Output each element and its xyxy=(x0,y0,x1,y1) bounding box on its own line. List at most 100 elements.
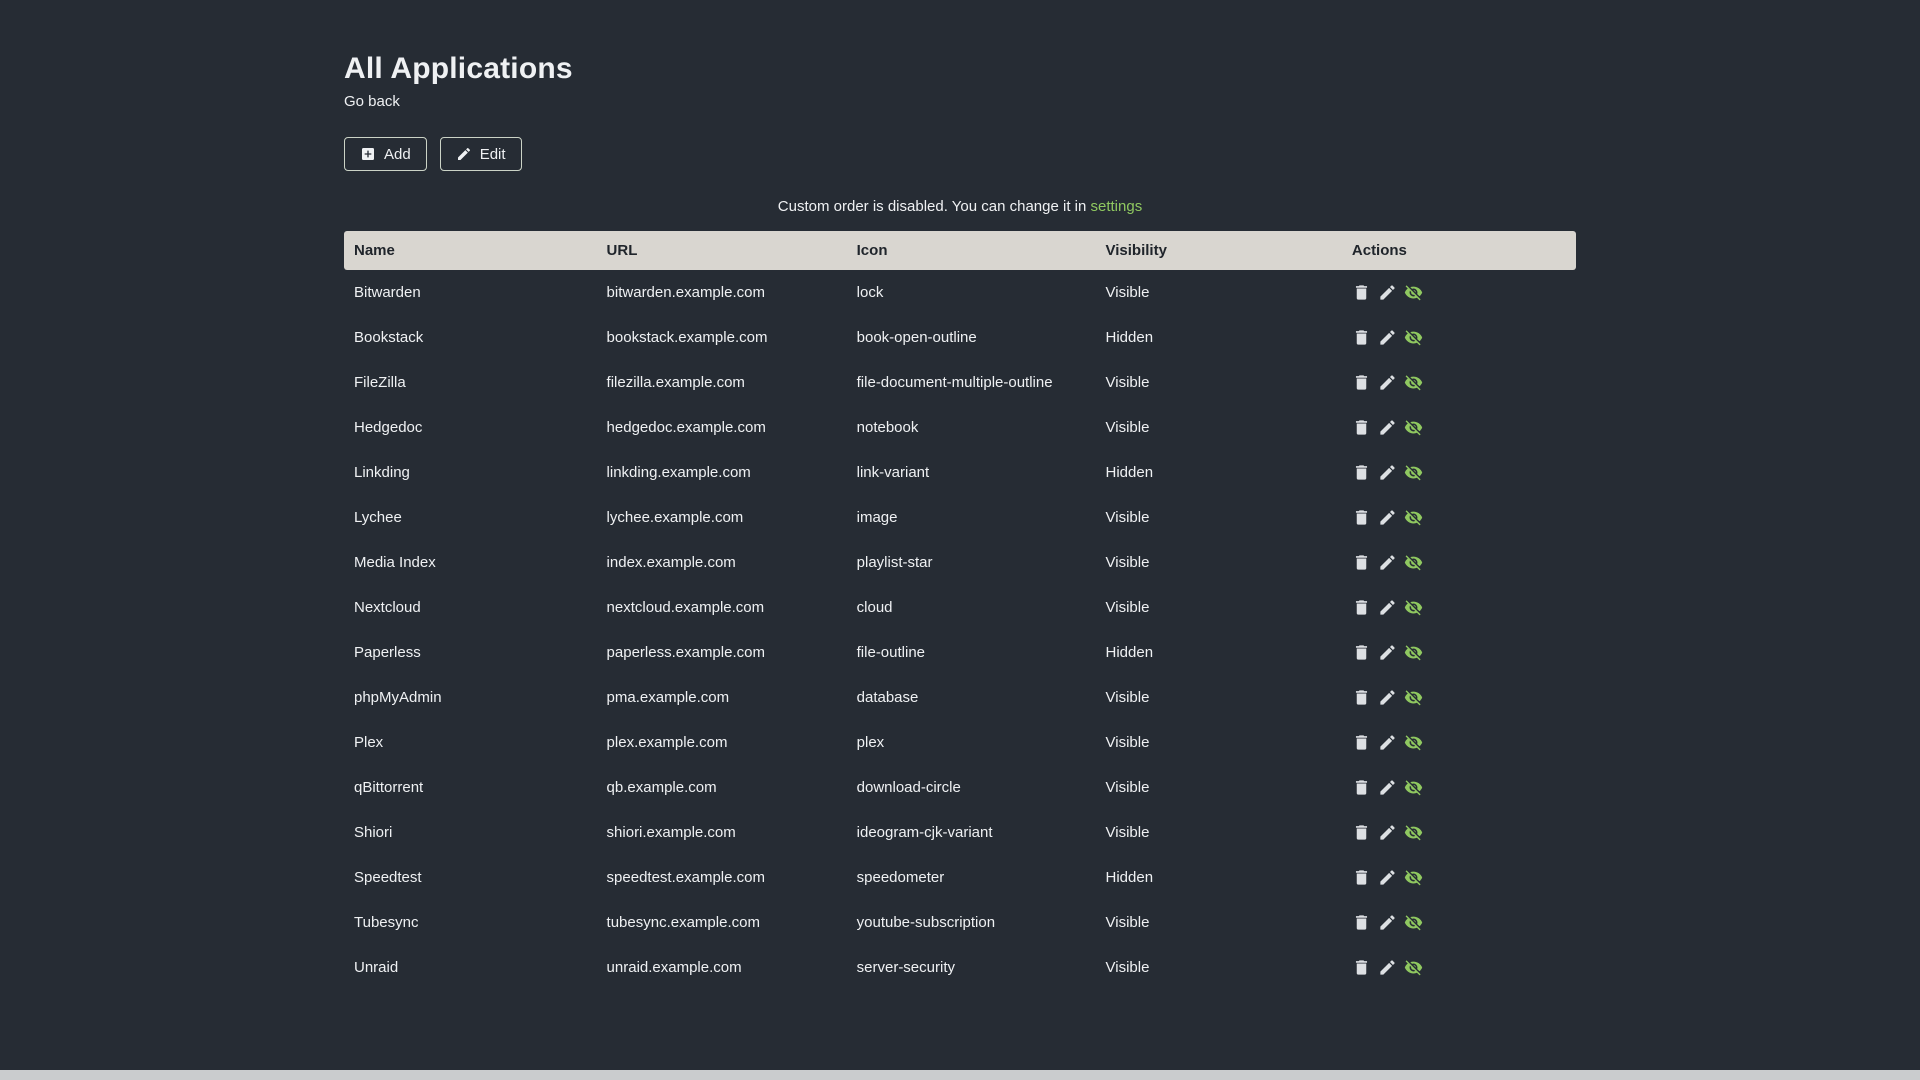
edit-button[interactable]: Edit xyxy=(439,137,522,171)
edit-button-label: Edit xyxy=(479,145,506,163)
edit-icon[interactable] xyxy=(1378,463,1397,482)
app-name: Lychee xyxy=(354,509,402,526)
delete-icon[interactable] xyxy=(1352,463,1371,482)
delete-icon[interactable] xyxy=(1352,418,1371,437)
edit-icon[interactable] xyxy=(1378,688,1397,707)
delete-icon[interactable] xyxy=(1352,868,1371,887)
delete-icon[interactable] xyxy=(1352,913,1371,932)
app-icon-name: plex xyxy=(856,734,885,751)
visibility-toggle-eye-off-icon[interactable] xyxy=(1404,508,1423,527)
visibility-toggle-eye-off-icon[interactable] xyxy=(1404,598,1423,617)
col-header-icon: Icon xyxy=(846,231,1096,270)
app-url: paperless.example.com xyxy=(606,644,765,661)
edit-icon[interactable] xyxy=(1378,283,1397,302)
app-visibility: Hidden xyxy=(1105,329,1154,346)
edit-icon[interactable] xyxy=(1378,418,1397,437)
edit-icon[interactable] xyxy=(1378,913,1397,932)
edit-icon[interactable] xyxy=(1378,868,1397,887)
app-icon-name: notebook xyxy=(856,419,919,436)
delete-icon[interactable] xyxy=(1352,958,1371,977)
applications-page: All Applications Go back Add Edit Custom… xyxy=(344,0,1576,990)
app-icon-name: file-document-multiple-outline xyxy=(856,374,1053,391)
visibility-toggle-eye-off-icon[interactable] xyxy=(1404,643,1423,662)
delete-icon[interactable] xyxy=(1352,688,1371,707)
row-actions xyxy=(1352,418,1566,437)
applications-table: Name URL Icon Visibility Actions Bitward… xyxy=(344,231,1576,990)
app-name: Plex xyxy=(354,734,384,751)
app-visibility: Visible xyxy=(1105,734,1150,751)
app-name: Bitwarden xyxy=(354,284,421,301)
row-actions xyxy=(1352,373,1566,392)
row-actions xyxy=(1352,958,1566,977)
col-header-visibility: Visibility xyxy=(1095,231,1342,270)
row-actions xyxy=(1352,778,1566,797)
visibility-toggle-eye-off-icon[interactable] xyxy=(1404,913,1423,932)
visibility-toggle-eye-off-icon[interactable] xyxy=(1404,328,1423,347)
table-row: FileZilla filezilla.example.com file-doc… xyxy=(344,360,1576,405)
app-url: plex.example.com xyxy=(606,734,728,751)
app-name: Speedtest xyxy=(354,869,422,886)
edit-icon[interactable] xyxy=(1378,508,1397,527)
visibility-toggle-eye-off-icon[interactable] xyxy=(1404,733,1423,752)
delete-icon[interactable] xyxy=(1352,598,1371,617)
edit-icon[interactable] xyxy=(1378,823,1397,842)
row-actions xyxy=(1352,868,1566,887)
app-icon-name: image xyxy=(856,509,898,526)
edit-icon[interactable] xyxy=(1378,778,1397,797)
row-actions xyxy=(1352,463,1566,482)
edit-icon[interactable] xyxy=(1378,328,1397,347)
table-row: Bitwarden bitwarden.example.com lock Vis… xyxy=(344,270,1576,315)
settings-link[interactable]: settings xyxy=(1091,198,1143,215)
visibility-toggle-eye-off-icon[interactable] xyxy=(1404,868,1423,887)
delete-icon[interactable] xyxy=(1352,283,1371,302)
app-visibility: Visible xyxy=(1105,824,1150,841)
delete-icon[interactable] xyxy=(1352,778,1371,797)
visibility-toggle-eye-off-icon[interactable] xyxy=(1404,958,1423,977)
app-visibility: Visible xyxy=(1105,599,1150,616)
delete-icon[interactable] xyxy=(1352,373,1371,392)
visibility-toggle-eye-off-icon[interactable] xyxy=(1404,553,1423,572)
app-icon-name: playlist-star xyxy=(856,554,933,571)
app-url: index.example.com xyxy=(606,554,736,571)
delete-icon[interactable] xyxy=(1352,643,1371,662)
visibility-toggle-eye-off-icon[interactable] xyxy=(1404,463,1423,482)
app-icon-name: database xyxy=(856,689,919,706)
toolbar: Add Edit xyxy=(344,137,1576,171)
edit-icon[interactable] xyxy=(1378,958,1397,977)
app-visibility: Visible xyxy=(1105,914,1150,931)
table-row: qBittorrent qb.example.com download-circ… xyxy=(344,765,1576,810)
app-icon-name: file-outline xyxy=(856,644,926,661)
horizontal-scrollbar[interactable] xyxy=(0,1070,1920,1080)
app-visibility: Visible xyxy=(1105,554,1150,571)
app-name: Shiori xyxy=(354,824,393,841)
add-button-label: Add xyxy=(384,145,411,163)
app-icon-name: link-variant xyxy=(856,464,930,481)
app-name: Nextcloud xyxy=(354,599,421,616)
edit-icon[interactable] xyxy=(1378,598,1397,617)
delete-icon[interactable] xyxy=(1352,823,1371,842)
visibility-toggle-eye-off-icon[interactable] xyxy=(1404,283,1423,302)
edit-icon[interactable] xyxy=(1378,733,1397,752)
delete-icon[interactable] xyxy=(1352,733,1371,752)
visibility-toggle-eye-off-icon[interactable] xyxy=(1404,688,1423,707)
edit-icon[interactable] xyxy=(1378,553,1397,572)
edit-icon[interactable] xyxy=(1378,373,1397,392)
delete-icon[interactable] xyxy=(1352,508,1371,527)
delete-icon[interactable] xyxy=(1352,553,1371,572)
table-row: Tubesync tubesync.example.com youtube-su… xyxy=(344,900,1576,945)
visibility-toggle-eye-off-icon[interactable] xyxy=(1404,373,1423,392)
delete-icon[interactable] xyxy=(1352,328,1371,347)
app-url: tubesync.example.com xyxy=(606,914,760,931)
add-button[interactable]: Add xyxy=(344,137,427,171)
visibility-toggle-eye-off-icon[interactable] xyxy=(1404,778,1423,797)
app-url: unraid.example.com xyxy=(606,959,742,976)
col-header-name: Name xyxy=(344,231,597,270)
app-name: FileZilla xyxy=(354,374,406,391)
table-row: Paperless paperless.example.com file-out… xyxy=(344,630,1576,675)
go-back-link[interactable]: Go back xyxy=(344,93,400,110)
visibility-toggle-eye-off-icon[interactable] xyxy=(1404,823,1423,842)
edit-icon[interactable] xyxy=(1378,643,1397,662)
app-url: pma.example.com xyxy=(606,689,730,706)
app-name: Tubesync xyxy=(354,914,419,931)
visibility-toggle-eye-off-icon[interactable] xyxy=(1404,418,1423,437)
